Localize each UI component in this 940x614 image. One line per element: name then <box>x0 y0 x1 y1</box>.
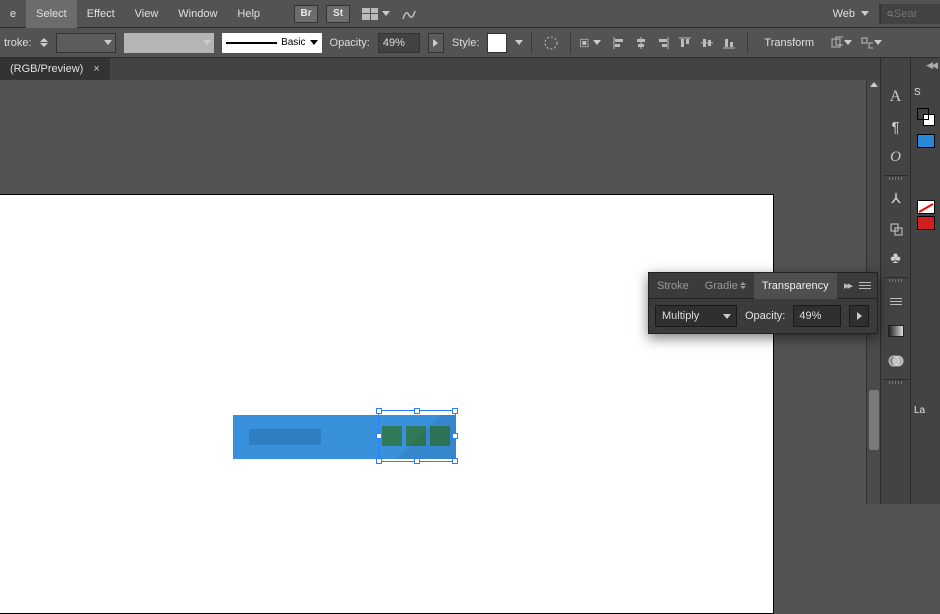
stroke-weight-stepper[interactable] <box>40 38 48 47</box>
align-to-dropdown[interactable] <box>579 32 601 54</box>
panel-tab-sort-icon <box>740 282 746 289</box>
selection-handle[interactable] <box>452 458 458 464</box>
scroll-up-icon[interactable] <box>870 82 878 87</box>
arrange-documents-button[interactable] <box>362 8 390 20</box>
search-icon <box>887 8 894 20</box>
close-tab-icon[interactable]: × <box>93 63 99 75</box>
gpu-preview-icon[interactable] <box>398 3 420 25</box>
style-dropdown-chevron-icon[interactable] <box>515 40 523 45</box>
swatch-none[interactable] <box>917 200 935 214</box>
brush-definition-dropdown[interactable]: Basic <box>222 33 322 53</box>
artboard[interactable] <box>0 194 774 614</box>
panel-expand-icon[interactable]: ▸▸ <box>844 279 851 292</box>
bridge-icon[interactable]: Br <box>294 5 318 23</box>
menu-bar: e Select Effect View Window Help Br St W… <box>0 0 940 28</box>
gradient-panel-icon[interactable] <box>881 316 911 346</box>
panel-tab-stroke[interactable]: Stroke <box>649 273 697 299</box>
brush-name: Basic <box>281 37 305 48</box>
panel-opacity-slider-button[interactable] <box>849 305 869 327</box>
brush-stroke-preview <box>226 42 278 44</box>
search-box[interactable] <box>880 4 940 24</box>
align-hcenter-icon[interactable] <box>631 33 651 53</box>
style-label: Style: <box>452 37 480 49</box>
align-bottom-icon[interactable] <box>719 33 739 53</box>
blend-mode-value: Multiply <box>662 310 699 322</box>
workspace-label: Web <box>833 8 855 20</box>
control-bar: troke: Basic Opacity: 49% Style: Transfo… <box>0 28 940 58</box>
selection-handle[interactable] <box>376 433 382 439</box>
search-input[interactable] <box>894 8 934 20</box>
swatch-red[interactable] <box>917 216 935 230</box>
selection-handle[interactable] <box>376 408 382 414</box>
workspace-dropdown[interactable]: Web <box>823 8 879 20</box>
document-tab[interactable]: (RGB/Preview) × <box>0 58 110 80</box>
align-buttons-group <box>609 33 739 53</box>
opentype-panel-icon[interactable]: O <box>881 142 911 172</box>
menu-item-edit-fragment[interactable]: e <box>0 0 26 28</box>
selection-handle[interactable] <box>376 458 382 464</box>
swatches-panel-label[interactable]: S <box>911 82 940 102</box>
transparency-panel[interactable]: Stroke Gradie Transparency ▸▸ Multiply O… <box>648 272 878 334</box>
collapse-dock-icon[interactable]: ◀◀ <box>926 60 936 71</box>
panel-tab-transparency[interactable]: Transparency <box>754 273 837 299</box>
menu-item-window[interactable]: Window <box>168 0 227 28</box>
selection-handle[interactable] <box>452 408 458 414</box>
selection-handle[interactable] <box>452 433 458 439</box>
stroke-label: troke: <box>4 37 32 49</box>
panel-tab-bar: Stroke Gradie Transparency ▸▸ <box>649 273 877 299</box>
align-left-icon[interactable] <box>609 33 629 53</box>
selection-handle[interactable] <box>414 458 420 464</box>
select-similar-icon[interactable] <box>860 32 882 54</box>
blend-mode-dropdown[interactable]: Multiply <box>655 305 737 327</box>
paragraph-panel-icon[interactable]: ¶ <box>881 112 911 142</box>
selection-bounding-box[interactable] <box>378 410 456 462</box>
symbols-panel-icon[interactable]: ♣ <box>881 244 911 274</box>
fill-stroke-swatch-icon[interactable] <box>911 102 940 132</box>
align-right-icon[interactable] <box>653 33 673 53</box>
panel-tab-gradient[interactable]: Gradie <box>697 273 754 299</box>
recolor-artwork-icon[interactable] <box>540 32 562 54</box>
stroke-weight-field[interactable] <box>56 33 116 53</box>
right-panel-dock: ◀◀ A ¶ O ♣ S La <box>880 58 940 504</box>
stroke-panel-icon[interactable] <box>881 286 911 316</box>
variable-width-profile[interactable] <box>124 33 214 53</box>
character-panel-icon[interactable]: A <box>881 82 911 112</box>
opacity-label: Opacity: <box>330 37 370 49</box>
transparency-panel-icon[interactable] <box>881 346 911 376</box>
layers-panel-label[interactable]: La <box>911 400 940 420</box>
menu-item-help[interactable]: Help <box>227 0 270 28</box>
panel-opacity-field[interactable]: 49% <box>793 305 841 327</box>
panel-menu-icon[interactable] <box>859 282 871 289</box>
panel-opacity-label: Opacity: <box>745 310 785 322</box>
stock-icon[interactable]: St <box>326 5 350 23</box>
opacity-dropdown-button[interactable] <box>428 33 444 53</box>
graphic-style-swatch[interactable] <box>487 33 507 53</box>
menu-item-view[interactable]: View <box>125 0 169 28</box>
swatch-blue[interactable] <box>917 134 935 148</box>
align-vcenter-icon[interactable] <box>697 33 717 53</box>
transform-panel-button[interactable]: Transform <box>756 33 822 53</box>
scrollbar-thumb[interactable] <box>869 390 879 450</box>
selection-handle[interactable] <box>414 408 420 414</box>
canvas-blue-inset <box>249 429 321 445</box>
isolate-object-icon[interactable] <box>830 32 852 54</box>
align-top-icon[interactable] <box>675 33 695 53</box>
opacity-field[interactable]: 49% <box>378 33 420 53</box>
menu-item-select[interactable]: Select <box>26 0 77 28</box>
svg-interactivity-icon[interactable] <box>881 184 911 214</box>
artboards-panel-icon[interactable] <box>881 214 911 244</box>
document-tab-title: (RGB/Preview) <box>10 63 83 75</box>
menu-item-effect[interactable]: Effect <box>77 0 125 28</box>
document-tab-bar: (RGB/Preview) × <box>0 58 940 80</box>
